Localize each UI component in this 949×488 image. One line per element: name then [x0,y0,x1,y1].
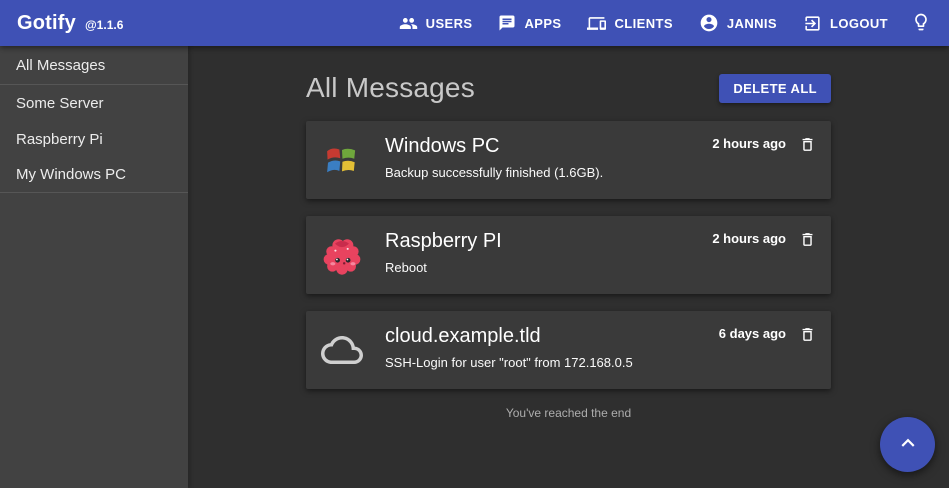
theme-toggle-button[interactable] [903,6,939,41]
message-timestamp: 2 hours ago [712,136,786,151]
message-content: Windows PC Backup successfully finished … [385,133,712,187]
main-area: All Messages DELETE ALL Windows PC Backu… [188,46,949,488]
sidebar-item-all-messages[interactable]: All Messages [0,46,188,85]
message-meta: 2 hours ago [712,133,816,187]
message-body: Backup successfully finished (1.6GB). [385,165,712,180]
nav-users-button[interactable]: USERS [388,6,484,41]
appbar-nav: USERS APPS CLIENTS JANNIS LOGOUT [388,5,939,41]
content-header: All Messages DELETE ALL [306,72,831,104]
delete-message-button[interactable] [799,136,816,156]
message-content: cloud.example.tld SSH-Login for user "ro… [385,323,719,377]
sidebar-item-some-server[interactable]: Some Server [0,85,188,121]
message-card-windows-pc: Windows PC Backup successfully finished … [306,121,831,199]
delete-message-button[interactable] [799,326,816,346]
cloud-icon [321,329,363,371]
nav-apps-button[interactable]: APPS [487,6,572,40]
app-title: Gotify [17,12,76,35]
app-version: @1.1.6 [85,18,123,32]
logout-icon [803,14,822,33]
trash-icon [799,231,816,251]
message-title: cloud.example.tld [385,325,719,348]
message-title: Windows PC [385,135,712,158]
message-meta: 6 days ago [719,323,816,377]
appbar: Gotify @1.1.6 USERS APPS CLIENTS JA [0,0,949,46]
nav-clients-button[interactable]: CLIENTS [576,6,683,41]
brand: Gotify @1.1.6 [17,12,123,35]
scroll-to-top-button[interactable] [880,417,935,472]
delete-all-button[interactable]: DELETE ALL [719,74,831,103]
nav-logout-label: LOGOUT [830,16,888,31]
nav-username-label: JANNIS [727,16,777,31]
message-card-raspberry-pi: Raspberry PI Reboot 2 hours ago [306,216,831,294]
message-meta: 2 hours ago [712,228,816,282]
message-card-cloud: cloud.example.tld SSH-Login for user "ro… [306,311,831,389]
sidebar-item-raspberry-pi[interactable]: Raspberry Pi [0,121,188,157]
raspberry-logo [321,234,363,276]
nav-users-label: USERS [426,16,473,31]
nav-clients-label: CLIENTS [614,16,672,31]
nav-user-menu-button[interactable]: JANNIS [688,5,788,41]
nav-logout-button[interactable]: LOGOUT [792,6,899,41]
windows-logo [321,139,363,181]
nav-apps-label: APPS [524,16,561,31]
message-body: Reboot [385,260,712,275]
clients-devices-icon [587,14,606,33]
users-icon [399,14,418,33]
sidebar: All Messages Some Server Raspberry Pi My… [0,46,188,488]
delete-message-button[interactable] [799,231,816,251]
sidebar-item-label: Some Server [16,95,104,112]
chevron-up-icon [895,430,921,459]
message-timestamp: 2 hours ago [712,231,786,246]
message-timestamp: 6 days ago [719,326,786,341]
sidebar-item-my-windows-pc[interactable]: My Windows PC [0,157,188,193]
trash-icon [799,136,816,156]
sidebar-item-label: My Windows PC [16,166,126,183]
trash-icon [799,326,816,346]
apps-chat-icon [498,14,516,32]
page-title: All Messages [306,72,475,104]
message-content: Raspberry PI Reboot [385,228,712,282]
sidebar-item-label: Raspberry Pi [16,131,103,148]
message-title: Raspberry PI [385,230,712,253]
sidebar-item-label: All Messages [16,57,105,74]
lightbulb-icon [911,12,931,35]
end-of-list-text: You've reached the end [306,406,831,420]
message-body: SSH-Login for user "root" from 172.168.0… [385,355,719,370]
account-circle-icon [699,13,719,33]
